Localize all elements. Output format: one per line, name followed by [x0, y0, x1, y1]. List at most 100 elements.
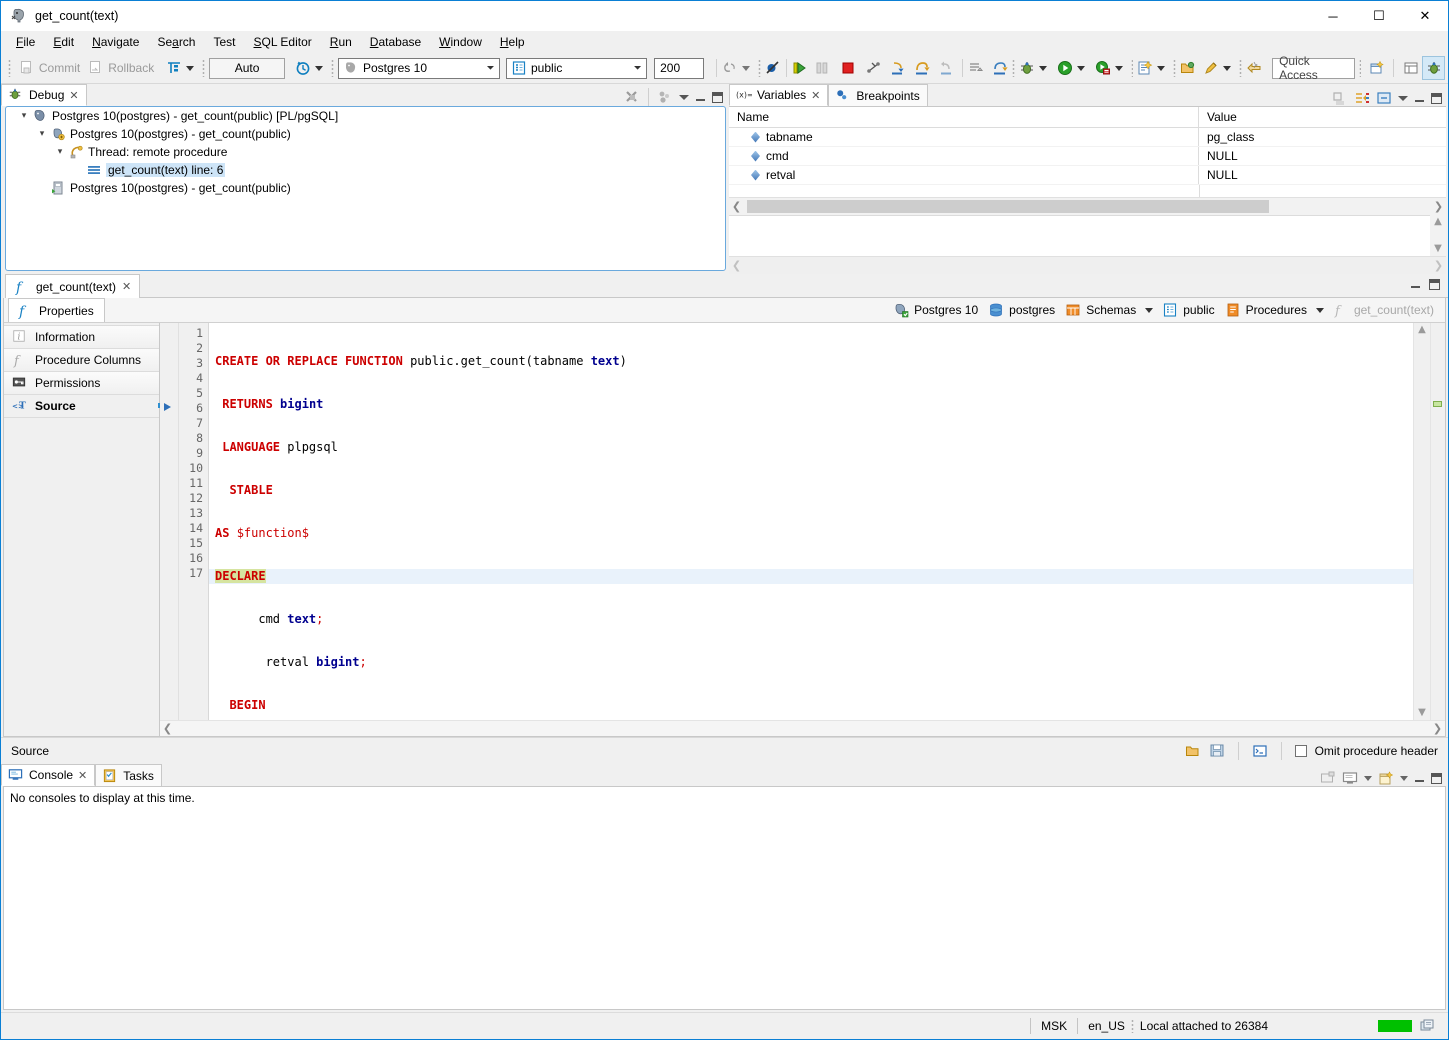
maximize-button[interactable]: ☐ — [1356, 1, 1402, 31]
tree-node[interactable]: get_count(text) line: 6 — [6, 161, 725, 179]
menu-navigate[interactable]: Navigate — [83, 33, 148, 51]
run-dropdown-icon[interactable] — [1076, 65, 1085, 71]
transaction-mode-icon[interactable] — [166, 60, 182, 76]
resume-icon[interactable] — [792, 60, 808, 76]
display-selected-console-icon[interactable] — [1342, 770, 1358, 786]
scroll-up-icon[interactable]: ▲ — [1418, 323, 1426, 337]
debug-tree[interactable]: ▾ Postgres 10(postgres) - get_count(publ… — [5, 106, 726, 271]
tree-node[interactable]: ▾ Postgres 10(postgres) - get_count(publ… — [6, 107, 725, 125]
toolbar-grip[interactable] — [8, 59, 11, 77]
detail-vscrollbar[interactable]: ▲ ▼ — [1430, 215, 1446, 256]
new-wizard-icon[interactable] — [1137, 60, 1153, 76]
commit-button[interactable]: Commit — [15, 57, 84, 79]
open-sql-editor-icon[interactable] — [1252, 743, 1268, 759]
variables-hscroll-thumb[interactable] — [747, 200, 1269, 213]
console-output[interactable]: No consoles to display at this time. — [3, 786, 1446, 1010]
menu-test[interactable]: Test — [204, 33, 244, 51]
variables-hscroll-track[interactable] — [744, 198, 1431, 215]
breadcrumb-item-server[interactable]: Postgres 10 — [890, 301, 981, 319]
new-console-dropdown-icon[interactable] — [1400, 775, 1408, 781]
format-dropdown-icon[interactable] — [1223, 65, 1232, 71]
display-console-dropdown-icon[interactable] — [1364, 775, 1372, 781]
tab-get-count-close-icon[interactable]: ✕ — [122, 280, 131, 293]
breadcrumb-item-public[interactable]: public — [1159, 301, 1217, 319]
tab-breakpoints[interactable]: Breakpoints — [828, 84, 928, 106]
code-text[interactable]: CREATE OR REPLACE FUNCTION public.get_co… — [209, 323, 1413, 720]
row-limit-input[interactable]: 200 — [654, 57, 704, 79]
background-operations-icon[interactable] — [1420, 1018, 1436, 1034]
sidebar-item-procedure-columns[interactable]: f Procedure Columns — [4, 348, 159, 372]
sidebar-item-permissions[interactable]: Permissions — [4, 371, 159, 395]
history-icon[interactable] — [295, 60, 311, 76]
new-console-view-icon[interactable] — [1378, 770, 1394, 786]
history-dropdown-icon[interactable] — [315, 65, 324, 71]
new-wizard-dropdown-icon[interactable] — [1157, 65, 1166, 71]
profile-icon[interactable] — [1095, 60, 1111, 76]
toolbar-grip-8[interactable] — [1239, 59, 1243, 77]
menu-help[interactable]: Help — [491, 33, 534, 51]
suspend-icon[interactable] — [814, 60, 830, 76]
scroll-left-icon[interactable]: ❮ — [160, 722, 175, 735]
chevron-down-icon[interactable]: ▾ — [52, 147, 68, 157]
connection-combo[interactable]: Postgres 10 ⏷ — [337, 57, 500, 79]
menu-edit[interactable]: Edit — [44, 33, 83, 51]
close-button[interactable]: ✕ — [1402, 1, 1448, 31]
minimize-icon[interactable] — [1410, 279, 1421, 290]
variable-detail-text[interactable] — [729, 215, 1430, 256]
tab-variables[interactable]: (x)= Variables ✕ — [729, 84, 829, 106]
tab-tasks[interactable]: Tasks — [95, 764, 162, 786]
tree-node[interactable]: ▾ Postgres 10(postgres) - get_count(publ… — [6, 125, 725, 143]
editor-hscrollbar[interactable]: ❮ ❯ — [160, 720, 1445, 736]
menu-database[interactable]: Database — [361, 33, 430, 51]
tab-properties[interactable]: f Properties — [8, 298, 105, 322]
schema-dropdown-icon[interactable]: ⏷ — [629, 63, 646, 74]
tree-node[interactable]: Postgres 10(postgres) - get_count(public… — [6, 179, 725, 197]
sidebar-item-information[interactable]: i Information — [4, 325, 159, 349]
tree-node[interactable]: ▾ Thread: remote procedure — [6, 143, 725, 161]
debug-perspective-button[interactable] — [1422, 56, 1446, 80]
open-perspective-button[interactable] — [1399, 56, 1422, 80]
step-into-icon[interactable] — [890, 60, 906, 76]
tab-debug[interactable]: Debug ✕ — [1, 84, 87, 106]
tab-console[interactable]: Console ✕ — [1, 764, 96, 786]
auto-commit-button[interactable]: Auto — [209, 57, 286, 79]
detail-hscroll-track[interactable] — [744, 257, 1431, 274]
menu-file[interactable]: File — [7, 33, 44, 51]
toolbar-grip-6[interactable] — [1130, 59, 1134, 77]
view-menu-icon[interactable] — [679, 94, 689, 100]
table-row[interactable]: cmd NULL — [729, 147, 1446, 166]
table-row[interactable]: tabname pg_class — [729, 128, 1446, 147]
chevron-down-icon[interactable]: ▾ — [34, 129, 50, 139]
show-logical-structure-icon[interactable] — [1332, 90, 1348, 106]
back-icon[interactable] — [1246, 60, 1262, 76]
open-console-icon[interactable] — [1320, 770, 1336, 786]
collapse-all-icon[interactable] — [1354, 90, 1370, 106]
overview-marker-ruler[interactable] — [1430, 323, 1445, 720]
breadcrumb-item-function[interactable]: f get_count(text) — [1330, 301, 1437, 319]
editor-vscrollbar[interactable]: ▲ ▼ — [1413, 323, 1430, 720]
show-detail-pane-icon[interactable] — [1376, 90, 1392, 106]
maximize-icon[interactable] — [712, 91, 723, 103]
remove-all-terminated-icon[interactable] — [624, 89, 640, 105]
tab-variables-close-icon[interactable]: ✕ — [811, 89, 820, 102]
breadcrumb-item-procedures[interactable]: Procedures — [1222, 301, 1310, 319]
disconnect-icon[interactable] — [866, 60, 882, 76]
connection-dropdown-icon[interactable]: ⏷ — [482, 63, 499, 74]
debug-icon[interactable] — [1019, 60, 1035, 76]
sql-undo-dropdown-icon[interactable] — [741, 65, 750, 71]
format-icon[interactable] — [1203, 60, 1219, 76]
column-header-name[interactable]: Name — [729, 107, 1199, 127]
scroll-right-icon[interactable]: ❯ — [1430, 722, 1445, 735]
breadcrumb-item-schemas[interactable]: Schemas — [1062, 301, 1139, 319]
rollback-button[interactable]: Rollback — [84, 57, 158, 79]
view-menu-icon[interactable] — [1398, 95, 1408, 101]
tab-console-close-icon[interactable]: ✕ — [78, 769, 87, 782]
transaction-mode-dropdown-icon[interactable] — [186, 65, 195, 71]
toolbar-grip-3[interactable] — [331, 59, 334, 77]
step-filters-icon[interactable] — [992, 60, 1008, 76]
toolbar-grip-5[interactable] — [1011, 59, 1015, 77]
step-return-icon[interactable] — [938, 60, 954, 76]
tab-debug-close-icon[interactable]: ✕ — [69, 89, 78, 102]
minimize-icon[interactable] — [1414, 93, 1425, 104]
debug-dropdown-icon[interactable] — [1038, 65, 1047, 71]
